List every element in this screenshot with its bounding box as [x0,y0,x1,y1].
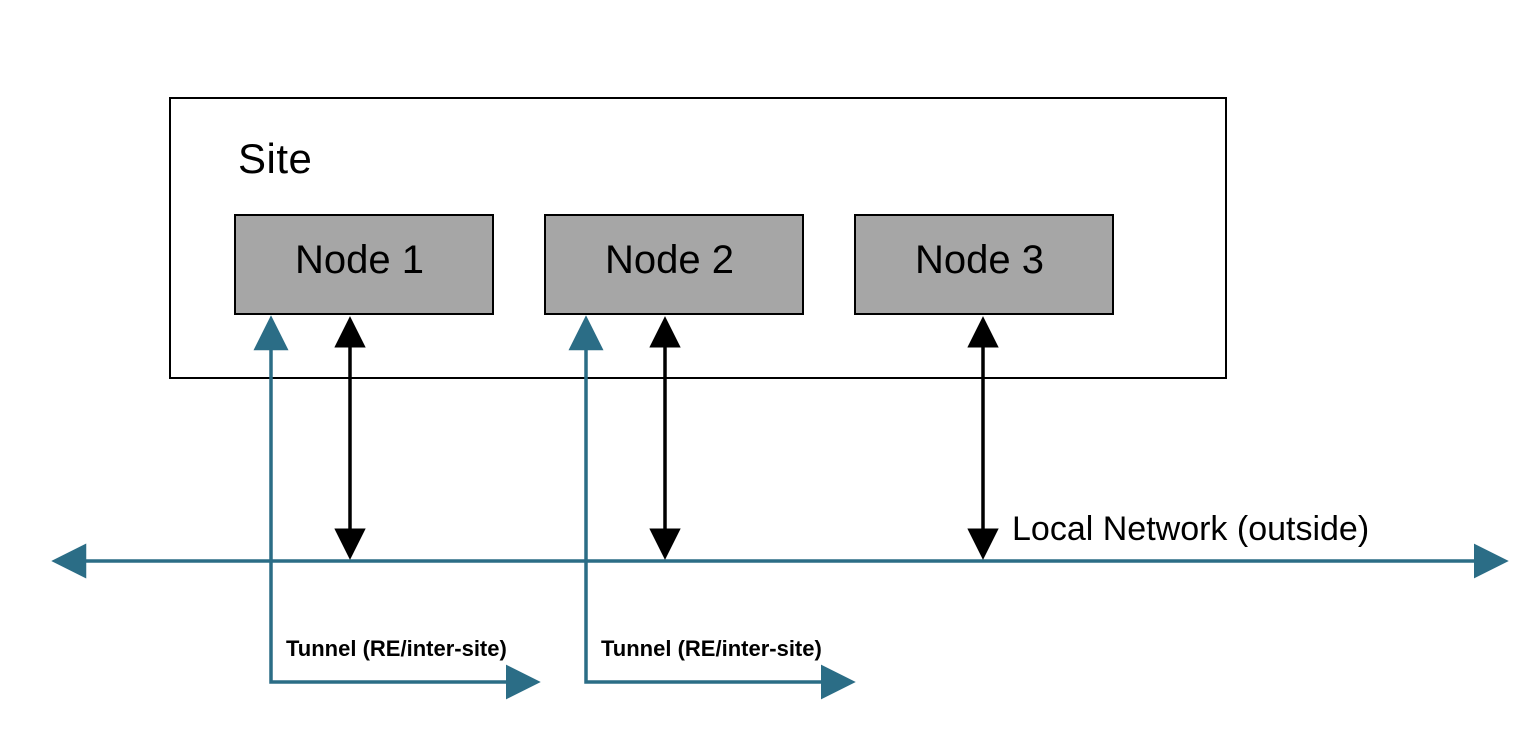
node3-label: Node 3 [915,238,1044,283]
node1-label: Node 1 [295,238,424,283]
tunnel-2-label: Tunnel (RE/inter-site) [601,636,822,662]
node2-label: Node 2 [605,238,734,283]
diagram-canvas [0,0,1537,740]
tunnel-1-label: Tunnel (RE/inter-site) [286,636,507,662]
site-label: Site [238,135,312,183]
local-network-label: Local Network (outside) [1012,510,1369,549]
